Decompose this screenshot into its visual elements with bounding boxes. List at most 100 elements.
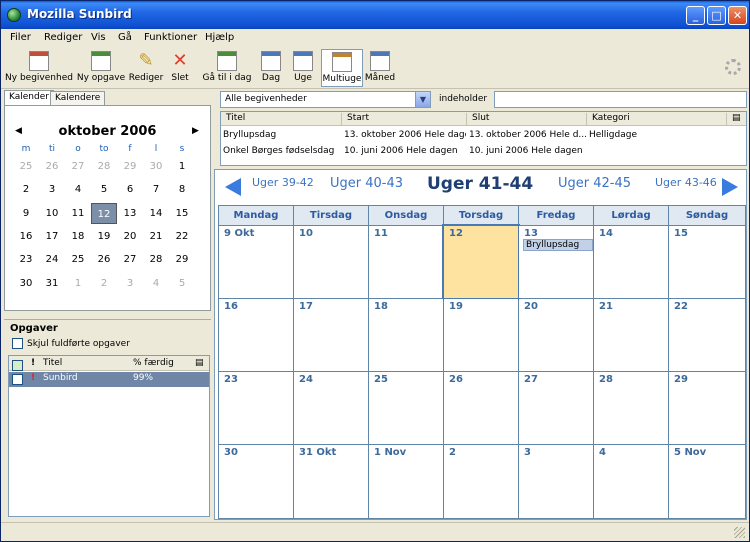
mini-day[interactable]: 6 bbox=[117, 179, 143, 200]
mini-day[interactable]: 28 bbox=[143, 249, 169, 270]
mini-day[interactable]: 23 bbox=[13, 249, 39, 270]
mini-day[interactable]: 2 bbox=[13, 179, 39, 200]
event-chip[interactable]: Bryllupsdag bbox=[523, 239, 593, 251]
menu-gå[interactable]: Gå bbox=[118, 32, 132, 43]
day-cell[interactable]: 22 bbox=[669, 299, 745, 371]
day-cell[interactable]: 21 bbox=[594, 299, 668, 371]
day-cell[interactable]: 24 bbox=[294, 372, 368, 444]
nav-prev1[interactable]: Uger 40-43 bbox=[330, 176, 403, 191]
mini-day[interactable]: 5 bbox=[169, 273, 195, 294]
day-cell[interactable]: 18 bbox=[369, 299, 443, 371]
toolbar-button-5[interactable]: Dag bbox=[259, 49, 283, 87]
mini-day[interactable]: 1 bbox=[65, 273, 91, 294]
task-column-title[interactable]: Titel bbox=[43, 358, 62, 368]
next-weeks-arrow-icon[interactable] bbox=[722, 178, 738, 196]
toolbar-button-3[interactable]: ✕ Slet bbox=[167, 49, 193, 87]
mini-day[interactable]: 21 bbox=[143, 226, 169, 247]
day-cell[interactable]: 13 Bryllupsdag bbox=[519, 226, 593, 298]
day-cell[interactable]: 30 bbox=[219, 445, 293, 518]
event-column-category[interactable]: Kategori bbox=[586, 113, 726, 126]
mini-day[interactable]: 7 bbox=[143, 179, 169, 200]
day-cell[interactable]: 14 bbox=[594, 226, 668, 298]
mini-day[interactable]: 14 bbox=[143, 203, 169, 224]
mini-day[interactable]: 30 bbox=[143, 156, 169, 177]
task-column-percent[interactable]: % færdig bbox=[133, 358, 174, 368]
day-cell[interactable]: 3 bbox=[519, 445, 593, 518]
mini-day[interactable]: 12 bbox=[91, 202, 117, 224]
day-cell[interactable]: 10 bbox=[294, 226, 368, 298]
toolbar-button-7[interactable]: Multiuge bbox=[321, 49, 363, 87]
mini-day[interactable]: 3 bbox=[39, 179, 65, 200]
mini-day[interactable]: 31 bbox=[39, 273, 65, 294]
hide-completed-row[interactable]: Skjul fuldførte opgaver bbox=[12, 338, 130, 349]
mini-day[interactable]: 20 bbox=[117, 226, 143, 247]
mini-day[interactable]: 26 bbox=[91, 249, 117, 270]
mini-day[interactable]: 4 bbox=[143, 273, 169, 294]
day-cell[interactable]: 23 bbox=[219, 372, 293, 444]
title-bar[interactable]: Mozilla Sunbird _ □ ✕ bbox=[1, 1, 749, 29]
day-cell[interactable]: 12 bbox=[442, 224, 520, 300]
day-cell[interactable]: 16 bbox=[219, 299, 293, 371]
mini-day[interactable]: 15 bbox=[169, 203, 195, 224]
mini-day[interactable]: 18 bbox=[65, 226, 91, 247]
day-cell[interactable]: 25 bbox=[369, 372, 443, 444]
mini-day[interactable]: 11 bbox=[65, 203, 91, 224]
day-cell[interactable]: 9 Okt bbox=[219, 226, 293, 298]
mini-day[interactable]: 30 bbox=[13, 273, 39, 294]
toolbar-button-6[interactable]: Uge bbox=[291, 49, 315, 87]
mini-day[interactable]: 17 bbox=[39, 226, 65, 247]
menu-rediger[interactable]: Rediger bbox=[44, 32, 82, 43]
priority-column-icon[interactable]: ! bbox=[31, 358, 35, 368]
menu-filer[interactable]: Filer bbox=[10, 32, 31, 43]
mini-day[interactable]: 29 bbox=[169, 249, 195, 270]
day-cell[interactable]: 31 Okt bbox=[294, 445, 368, 518]
mini-day[interactable]: 22 bbox=[169, 226, 195, 247]
menu-hjælp[interactable]: Hjælp bbox=[205, 32, 234, 43]
day-cell[interactable]: 27 bbox=[519, 372, 593, 444]
day-cell[interactable]: 26 bbox=[444, 372, 518, 444]
day-cell[interactable]: 4 bbox=[594, 445, 668, 518]
mini-day[interactable]: 28 bbox=[91, 156, 117, 177]
mini-day[interactable]: 13 bbox=[117, 203, 143, 224]
maximize-button[interactable]: □ bbox=[707, 6, 726, 25]
toolbar-button-8[interactable]: Måned bbox=[363, 49, 397, 87]
hide-completed-checkbox[interactable] bbox=[12, 338, 23, 349]
mini-day[interactable]: 1 bbox=[169, 156, 195, 177]
mini-day[interactable]: 25 bbox=[13, 156, 39, 177]
close-button[interactable]: ✕ bbox=[728, 6, 747, 25]
day-cell[interactable]: 28 bbox=[594, 372, 668, 444]
toolbar-button-2[interactable]: ✎ Rediger bbox=[127, 49, 165, 87]
tab-kalender[interactable]: Kalender bbox=[4, 90, 54, 106]
event-column-start[interactable]: Start bbox=[341, 113, 466, 126]
tab-kalendere[interactable]: Kalendere bbox=[50, 91, 106, 106]
event-column-end[interactable]: Slut bbox=[466, 113, 586, 126]
day-cell[interactable]: 11 bbox=[369, 226, 443, 298]
prev-weeks-arrow-icon[interactable] bbox=[225, 178, 241, 196]
mini-day[interactable]: 27 bbox=[65, 156, 91, 177]
toolbar-button-0[interactable]: Ny begivenhed bbox=[4, 49, 74, 87]
column-picker-icon[interactable]: ▤ bbox=[726, 113, 746, 126]
nav-next1[interactable]: Uger 42-45 bbox=[558, 176, 631, 191]
search-input[interactable] bbox=[494, 91, 747, 108]
mini-day[interactable]: 16 bbox=[13, 226, 39, 247]
day-cell[interactable]: 1 Nov bbox=[369, 445, 443, 518]
mini-day[interactable]: 24 bbox=[39, 249, 65, 270]
mini-day[interactable]: 9 bbox=[13, 203, 39, 224]
mini-day[interactable]: 5 bbox=[91, 179, 117, 200]
mini-day[interactable]: 26 bbox=[39, 156, 65, 177]
minimize-button[interactable]: _ bbox=[686, 6, 705, 25]
mini-day[interactable]: 27 bbox=[117, 249, 143, 270]
nav-prev2[interactable]: Uger 39-42 bbox=[252, 176, 314, 189]
day-cell[interactable]: 17 bbox=[294, 299, 368, 371]
menu-vis[interactable]: Vis bbox=[91, 32, 106, 43]
task-done-checkbox[interactable] bbox=[12, 374, 23, 385]
task-row[interactable]: ! Sunbird 99% bbox=[9, 372, 209, 387]
mini-day[interactable]: 8 bbox=[169, 179, 195, 200]
event-filter-select[interactable]: Alle begivenheder ▼ bbox=[220, 91, 431, 108]
mini-day[interactable]: 10 bbox=[39, 203, 65, 224]
column-picker-icon[interactable]: ▤ bbox=[195, 358, 204, 368]
day-cell[interactable]: 20 bbox=[519, 299, 593, 371]
mini-day[interactable]: 19 bbox=[91, 226, 117, 247]
dropdown-arrow-icon[interactable]: ▼ bbox=[415, 92, 430, 107]
mini-day[interactable]: 29 bbox=[117, 156, 143, 177]
